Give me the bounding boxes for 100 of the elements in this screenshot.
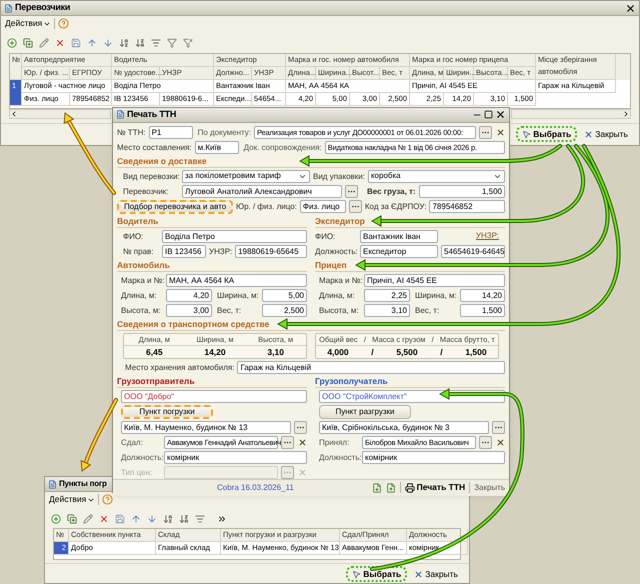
text-field[interactable]: 789546852 [429, 200, 505, 213]
text-field[interactable]: м.Київ [194, 140, 239, 154]
text-field[interactable]: ООО "Добро" [121, 390, 307, 402]
close-icon [298, 468, 306, 476]
field-label: Принял: [319, 436, 350, 448]
sort-descending-icon[interactable] [135, 38, 145, 48]
help-icon[interactable] [58, 18, 70, 29]
close-icon[interactable] [625, 2, 636, 14]
edit-icon[interactable] [83, 514, 93, 524]
field-label: № прав: [123, 246, 155, 258]
list-filter-icon[interactable] [151, 38, 161, 48]
dropdown-field[interactable]: за покілометровим тариф [182, 170, 310, 182]
text-field[interactable]: 3,10 [364, 304, 410, 316]
list-filter-icon[interactable] [195, 514, 205, 524]
text-field[interactable]: 2,500 [262, 304, 307, 316]
scrollbar-track[interactable] [9, 109, 111, 119]
close-icon [496, 128, 504, 136]
text-field[interactable]: МАН, АА 4564 КА [166, 274, 307, 286]
scroll-right-icon[interactable] [622, 110, 630, 118]
select-button[interactable]: Выбрать [516, 126, 578, 142]
select-button[interactable]: Выбрать [346, 566, 408, 582]
scrollbar-track[interactable] [511, 109, 631, 119]
close-icon[interactable] [495, 109, 506, 120]
arrow-up-icon[interactable] [87, 38, 97, 48]
form-button[interactable]: Подбор перевозчика и авто [117, 200, 233, 214]
choose-button[interactable] [345, 184, 358, 198]
field-label: Ширина, м: [217, 290, 259, 302]
export-icon[interactable] [372, 482, 382, 492]
add-icon[interactable] [7, 38, 17, 48]
sort-ascending-icon[interactable] [163, 514, 173, 524]
text-field[interactable]: 5,00 [262, 288, 307, 302]
save-icon[interactable] [115, 514, 125, 524]
arrow-down-icon[interactable] [147, 514, 157, 524]
text-field[interactable]: Гараж на Кільцевій [237, 360, 505, 374]
cursor-icon [522, 130, 532, 138]
text-field[interactable]: Київ, Срібнокільська, будинок № 3 [319, 420, 489, 434]
actions-menu[interactable]: Действия [5, 17, 52, 30]
text-field[interactable]: ІВ 123456 [162, 244, 206, 258]
text-field[interactable]: Київ, М. Науменко, будинок № 13 [121, 420, 291, 434]
text-field[interactable]: комірник [164, 450, 307, 464]
text-field[interactable]: Вантажник Іван [360, 230, 438, 242]
actions-menu[interactable]: Действия [49, 493, 96, 506]
text-field[interactable]: 14,20 [460, 288, 505, 302]
copy-icon[interactable] [67, 514, 77, 524]
help-icon[interactable] [102, 494, 114, 505]
text-field[interactable]: Воділа Петро [162, 230, 307, 242]
sort-ascending-icon[interactable] [119, 38, 129, 48]
text-field[interactable]: 19880619-65645 [235, 244, 307, 258]
print-button[interactable]: Печать ТТН [404, 481, 466, 494]
filter-icon[interactable] [167, 38, 177, 48]
field-label: Вес, т: [415, 304, 440, 316]
field-label: Вес, т: [217, 304, 242, 316]
edit-icon[interactable] [39, 38, 49, 48]
field-label: Перевозчик: [123, 186, 170, 198]
arrow-up-icon[interactable] [131, 514, 141, 524]
text-field[interactable]: 54654619-64645 [441, 244, 505, 258]
choose-button[interactable] [479, 126, 492, 138]
arrow-down-icon[interactable] [103, 38, 113, 48]
choose-button[interactable] [281, 466, 294, 478]
sort-descending-icon[interactable] [179, 514, 189, 524]
summary-value: 6,45 [145, 346, 164, 358]
import-icon[interactable] [386, 482, 396, 492]
scroll-left-icon[interactable] [10, 110, 18, 118]
choose-button[interactable] [492, 420, 505, 434]
field-label: Должность: [315, 246, 357, 258]
text-field[interactable]: Експедитор [360, 244, 438, 258]
choose-button[interactable] [281, 436, 294, 448]
delete-icon[interactable] [55, 38, 65, 48]
delete-icon[interactable] [99, 514, 109, 524]
text-field[interactable]: 1,500 [460, 304, 505, 316]
text-field[interactable]: Причіп, АІ 4545 ЕЕ [364, 274, 505, 286]
maximize-icon[interactable] [484, 110, 493, 120]
document-icon [116, 110, 125, 120]
summary-value: 14,20 [203, 346, 227, 358]
choose-button[interactable] [479, 436, 492, 448]
add-icon[interactable] [51, 514, 61, 524]
choose-button[interactable] [294, 420, 307, 434]
text-field[interactable]: Луговой Анатолий Александрович [182, 184, 342, 198]
close-button[interactable]: Закрыть [411, 566, 461, 582]
copy-icon[interactable] [23, 38, 33, 48]
choose-button[interactable] [348, 200, 362, 213]
text-field[interactable]: 2,25 [364, 288, 410, 302]
text-field[interactable]: комірник [362, 450, 505, 464]
section-title: Сведения о транспортном средстве [117, 318, 270, 330]
field-label: ФИО: [123, 230, 144, 242]
more-icon[interactable] [217, 514, 227, 524]
dropdown-field[interactable]: коробка [368, 170, 505, 182]
text-field[interactable]: 1,500 [418, 184, 505, 198]
text-field[interactable]: 3,00 [166, 304, 212, 316]
unzr-link[interactable]: УНЗР: [476, 230, 499, 242]
form-button[interactable]: Пункт погрузки [121, 404, 213, 418]
close-button[interactable]: Закрыть [581, 126, 631, 142]
filter-clear-icon[interactable] [183, 38, 193, 48]
text-field[interactable]: 4,20 [166, 288, 212, 302]
save-icon[interactable] [71, 38, 81, 48]
text-field[interactable]: Физ. лицо [300, 200, 346, 213]
close-button[interactable]: Закрыть [474, 482, 505, 494]
text-field[interactable]: Р1 [148, 126, 193, 138]
form-button[interactable]: Пункт разгрузки [319, 404, 411, 418]
section-title: Грузоотправитель [117, 376, 195, 386]
